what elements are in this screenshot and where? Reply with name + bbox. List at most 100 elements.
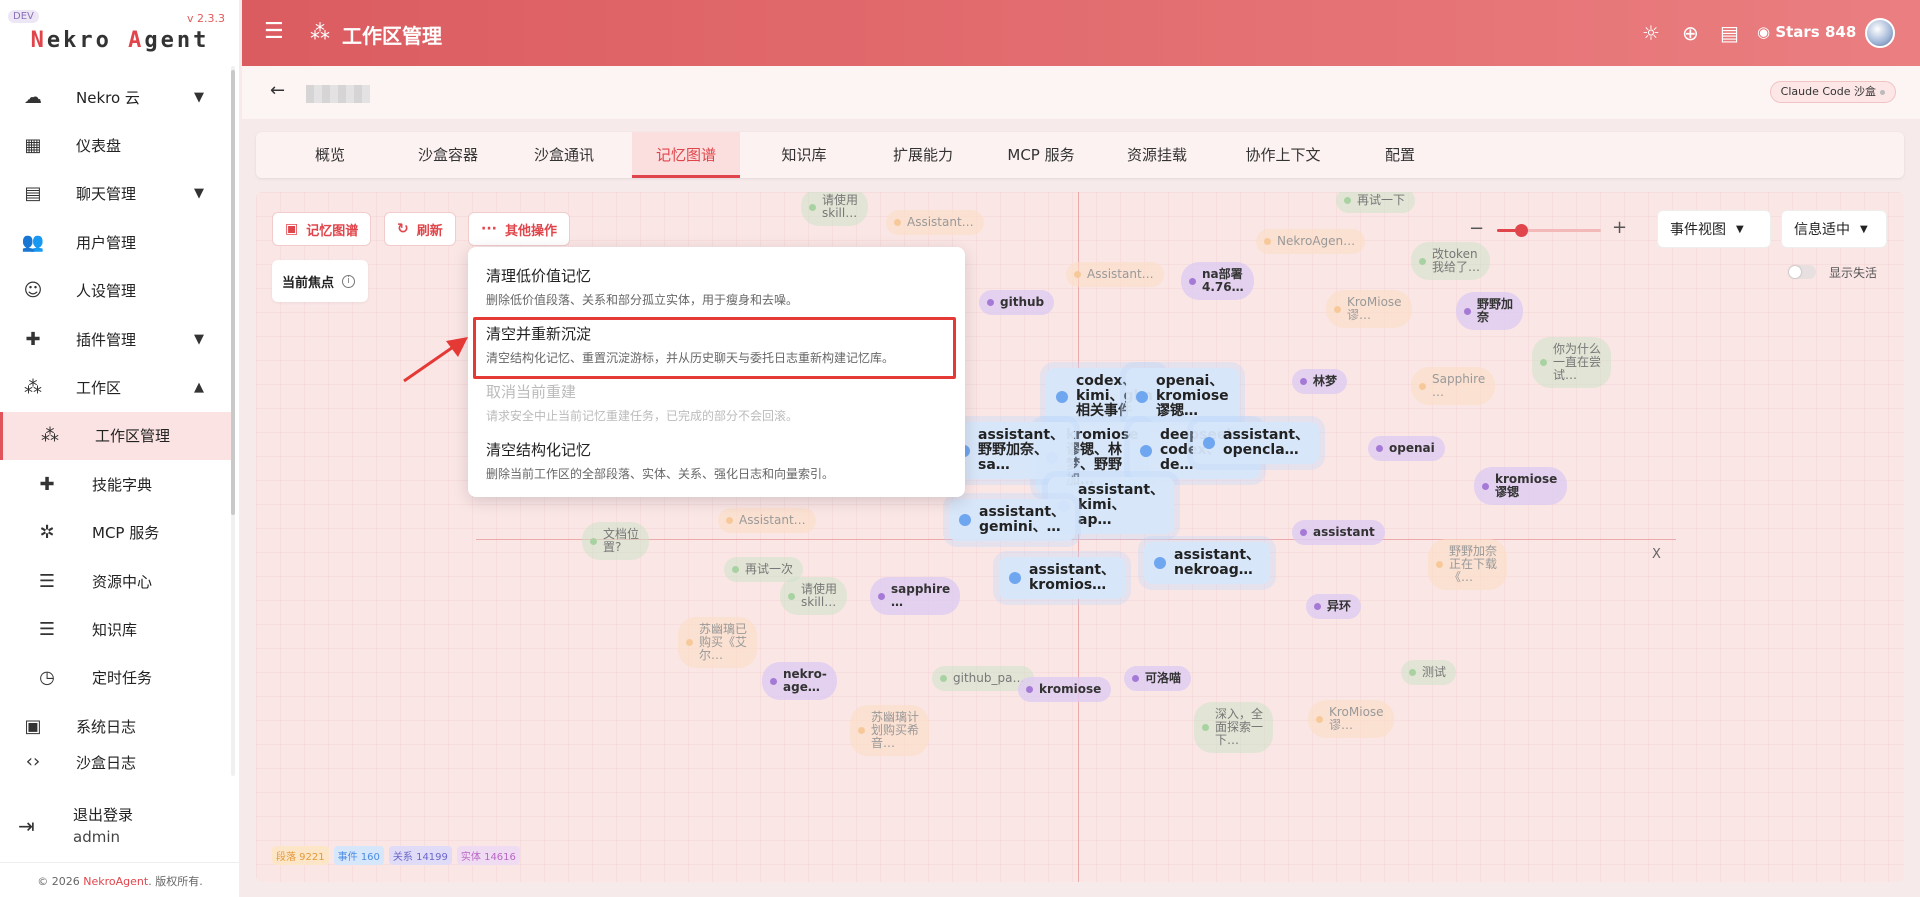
zoom-out-icon[interactable]: − [1469, 218, 1484, 239]
tab-collab-context[interactable]: 协作上下文 [1216, 132, 1350, 178]
show-inactive-toggle[interactable] [1788, 265, 1816, 279]
menu-icon[interactable]: ☰ [264, 19, 284, 44]
sidebar-item-users[interactable]: 👥 用户管理 [0, 218, 234, 266]
sidebar-item-sandbox-log[interactable]: ‹› 沙盒日志 [0, 750, 234, 773]
graph-node[interactable]: 林梦 [1292, 369, 1348, 394]
node-label: sapphire … [891, 582, 951, 609]
node-dot [1464, 307, 1471, 315]
graph-node[interactable]: kromiose 谬锶 [1474, 467, 1568, 505]
tab-extensions[interactable]: 扩展能力 [862, 132, 984, 178]
tab-overview[interactable]: 概览 [256, 132, 404, 178]
sidebar-item-persona[interactable]: ☺ 人设管理 [0, 267, 234, 315]
tab-resource-mount[interactable]: 资源挂载 [1098, 132, 1216, 178]
graph-node[interactable]: 改token 我给了… [1411, 242, 1491, 280]
sidebar-item-nekro-cloud[interactable]: ☁ Nekro 云 ▼ [0, 73, 234, 121]
graph-node[interactable]: 你为什么 一直在尝 试… [1532, 337, 1612, 388]
graph-node[interactable]: Assistant… [886, 210, 984, 235]
language-icon[interactable]: ⊕ [1682, 21, 1699, 45]
density-select[interactable]: 信息适中 ▼ [1781, 210, 1887, 248]
more-actions-button[interactable]: ··· 其他操作 [468, 212, 570, 246]
logout-button[interactable]: ⇥ 退出登录 admin [0, 800, 240, 852]
graph-node[interactable]: assistant、 kromios… [999, 557, 1126, 599]
sidebar-item-chat[interactable]: ▤ 聊天管理 ▼ [0, 170, 234, 218]
sidebar-item-dashboard[interactable]: ▦ 仪表盘 [0, 121, 234, 169]
tab-memory-graph[interactable]: 记忆图谱 [632, 132, 740, 178]
graph-node[interactable]: 野野加奈 正在下载 《… [1428, 539, 1508, 590]
graph-node[interactable]: Sapphire … [1411, 367, 1496, 405]
graph-node[interactable]: sapphire … [870, 577, 961, 615]
sidebar-item-knowledge[interactable]: ☰ 知识库 [0, 605, 234, 653]
graph-node[interactable]: Assistant… [1066, 262, 1164, 287]
graph-node[interactable]: KroMiose 谬… [1308, 700, 1394, 738]
graph-node[interactable]: assistant、 nekroag… [1144, 542, 1271, 584]
node-dot [1202, 724, 1209, 731]
graph-node[interactable]: openai [1368, 436, 1445, 461]
graph-node[interactable]: 请使用 skill… [780, 577, 848, 615]
graph-node[interactable]: kromiose [1018, 677, 1112, 702]
graph-node[interactable]: 再试一下 [1336, 192, 1416, 213]
graph-node[interactable]: assistant [1292, 520, 1385, 545]
github-stars-link[interactable]: ◉ Stars 848 [1757, 23, 1856, 41]
node-dot [1056, 390, 1068, 403]
graph-node[interactable]: assistant、 opencla… [1193, 422, 1320, 464]
info-icon[interactable]: i [342, 274, 356, 288]
tab-config[interactable]: 配置 [1350, 132, 1450, 178]
graph-node[interactable]: na部署 4.76… [1181, 262, 1254, 300]
sidebar-item-syslog[interactable]: ▣ 系统日志 [0, 702, 234, 750]
zoom-handle[interactable] [1515, 224, 1528, 237]
node-label: assistant、 opencla… [1223, 427, 1310, 458]
graph-node[interactable]: github [979, 290, 1055, 315]
sidebar-item-scheduled[interactable]: ◷ 定时任务 [0, 654, 234, 702]
sidebar-item-mcp[interactable]: ✲ MCP 服务 [0, 509, 234, 557]
node-dot [940, 675, 947, 682]
graph-node[interactable]: 异环 [1306, 594, 1362, 619]
sidebar-item-workspace-manage[interactable]: ⁂ 工作区管理 [0, 411, 234, 461]
zoom-in-icon[interactable]: + [1612, 217, 1627, 238]
storage-icon: ☰ [38, 618, 56, 640]
sidebar-item-workspace[interactable]: ⁂ 工作区 ▲ [0, 363, 234, 411]
storage-icon: ☰ [38, 570, 56, 592]
node-dot [894, 219, 901, 226]
dev-badge: DEV [8, 10, 39, 23]
menu-item-clean-low-value[interactable]: 清理低价值记忆 删除低价值段落、关系和部分孤立实体，用于瘦身和去噪。 [468, 265, 965, 308]
node-label: 可洛喵 [1145, 671, 1182, 685]
sidebar-item-skills[interactable]: ✚ 技能字典 [0, 460, 234, 508]
app-logo[interactable]: Nekro Agent [0, 28, 240, 53]
graph-node[interactable]: 请使用 skill… [801, 192, 869, 226]
node-dot [1344, 197, 1351, 204]
node-label: Sapphire … [1432, 372, 1486, 399]
graph-node[interactable]: assistant、 野野加奈、 sa… [948, 422, 1075, 479]
tab-sandbox-comm[interactable]: 沙盒通讯 [510, 132, 618, 178]
node-dot [1300, 529, 1307, 536]
zoom-slider[interactable]: − + [1469, 217, 1629, 240]
sidebar-item-resources[interactable]: ☰ 资源中心 [0, 557, 234, 605]
refresh-button[interactable]: ↻ 刷新 [384, 212, 456, 246]
menu-item-clear-structured[interactable]: 清空结构化记忆 删除当前工作区的全部段落、实体、关系、强化日志和向量索引。 [468, 439, 965, 482]
theme-toggle-icon[interactable]: ☼ [1642, 21, 1660, 45]
tab-mcp[interactable]: MCP 服务 [984, 132, 1098, 178]
graph-node[interactable]: 文档位 置? [582, 522, 650, 560]
graph-node[interactable]: 野野加 奈 [1456, 292, 1524, 330]
graph-node[interactable]: 苏幽璃计 划购买希 音… [850, 705, 930, 756]
avatar[interactable] [1865, 18, 1895, 48]
graph-node[interactable]: 可洛喵 [1124, 666, 1192, 691]
caret-down-icon: ▼ [1736, 223, 1744, 235]
tab-sandbox-container[interactable]: 沙盒容器 [386, 132, 510, 178]
sidebar-item-plugins[interactable]: ✚ 插件管理 ▼ [0, 315, 234, 363]
tab-knowledge[interactable]: 知识库 [746, 132, 862, 178]
sidebar-scrollbar-thumb[interactable] [231, 70, 235, 515]
graph-node[interactable]: NekroAgen… [1256, 229, 1366, 254]
back-arrow-icon[interactable]: ← [270, 80, 285, 101]
graph-node[interactable]: 苏幽璃已 购买《艾 尔… [678, 617, 758, 668]
view-mode-select[interactable]: 事件视图 ▼ [1657, 210, 1771, 248]
graph-node[interactable]: 测试 [1401, 660, 1457, 685]
graph-node[interactable]: Assistant… [718, 508, 816, 533]
docs-icon[interactable]: ▤ [1720, 21, 1739, 45]
node-dot [726, 517, 733, 524]
memory-graph-button[interactable]: ▣ 记忆图谱 [272, 212, 372, 246]
graph-node[interactable]: 深入，全 面探索一 下… [1194, 702, 1274, 753]
graph-node[interactable]: KroMiose 谬… [1326, 290, 1412, 328]
graph-node[interactable]: openai、 kromiose 谬锶… [1126, 368, 1239, 425]
graph-node[interactable]: assistant、 gemini、… [949, 499, 1076, 541]
graph-node[interactable]: nekro- age… [762, 662, 837, 700]
